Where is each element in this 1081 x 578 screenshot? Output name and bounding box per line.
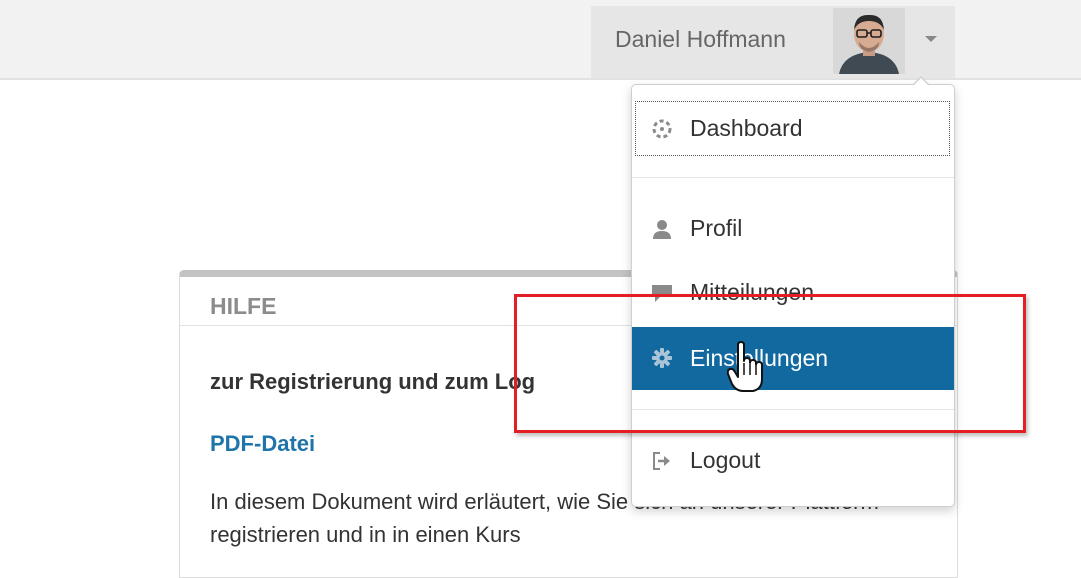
menu-item-label: Profil	[690, 215, 743, 241]
avatar[interactable]	[833, 8, 905, 74]
menu-item-label: Dashboard	[690, 115, 803, 141]
pdf-file-link[interactable]: PDF-Datei	[210, 431, 315, 457]
help-block-subtitle: zur Registrierung und zum Log	[210, 369, 536, 394]
user-icon	[651, 218, 673, 240]
menu-divider	[632, 177, 954, 178]
menu-item-profil[interactable]: Profil	[632, 201, 954, 257]
top-navbar: Daniel Hoffmann	[0, 0, 1081, 80]
menu-item-dashboard[interactable]: Dashboard	[632, 101, 954, 156]
annotation-highlight-box	[514, 294, 1026, 433]
help-block-title: HILFE	[210, 293, 277, 319]
user-menu-toggle[interactable]: Daniel Hoffmann	[591, 6, 955, 78]
dashboard-icon	[651, 118, 673, 140]
logout-icon	[651, 450, 673, 472]
hand-cursor-icon	[726, 341, 763, 393]
chevron-down-icon[interactable]	[925, 36, 937, 42]
user-name: Daniel Hoffmann	[615, 26, 786, 52]
menu-item-logout[interactable]: Logout	[632, 433, 954, 489]
menu-item-label: Logout	[690, 447, 761, 473]
dropdown-arrow-inner	[913, 78, 929, 86]
